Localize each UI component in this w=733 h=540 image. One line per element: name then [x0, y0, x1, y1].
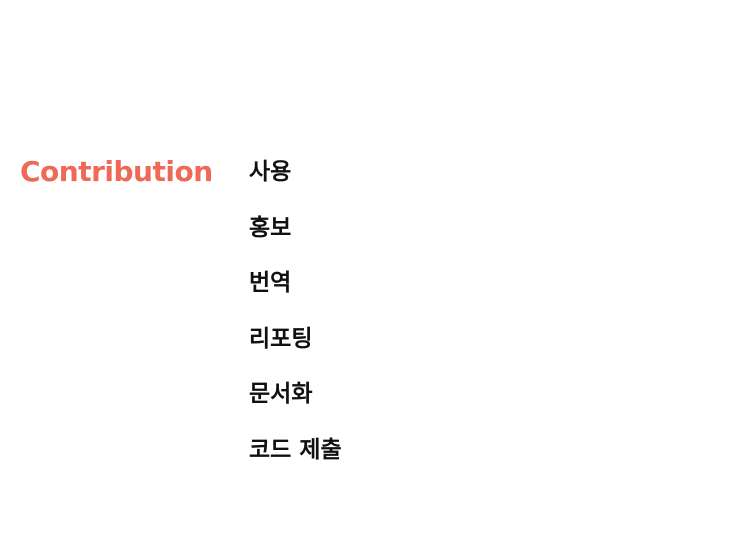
- list-item-usage: 사용: [249, 159, 292, 185]
- list-item-code-submission: 코드 제출: [249, 436, 342, 463]
- list-item-translation: 번역: [249, 270, 292, 296]
- list-item-documentation: 문서화: [249, 381, 313, 407]
- contribution-list: 사용 홍보 번역 리포팅 문서화 코드 제출: [249, 152, 342, 485]
- slide: Contribution 사용 홍보 번역 리포팅 문서화 코드 제출: [0, 0, 733, 540]
- list-item-reporting: 리포팅: [249, 325, 313, 352]
- section-heading: Contribution: [20, 155, 213, 188]
- list-item-promotion: 홍보: [249, 214, 292, 241]
